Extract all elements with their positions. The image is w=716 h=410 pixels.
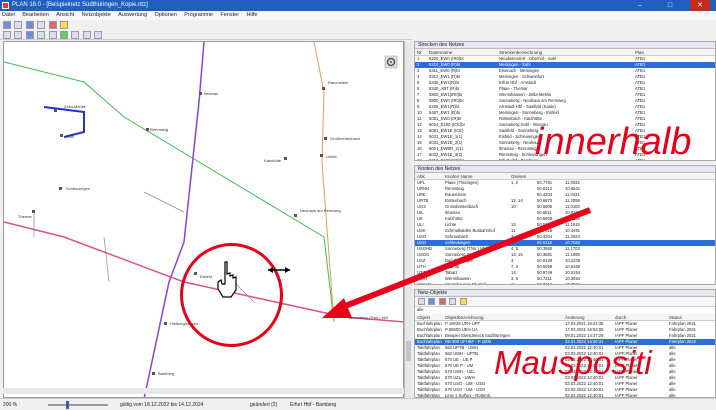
arrow-shaft xyxy=(333,207,592,313)
overlay-text-bottom: Mauspositi xyxy=(494,344,652,381)
overlay-text-top: innerhalb xyxy=(535,121,692,163)
left-right-arrow-icon xyxy=(268,267,290,273)
arrow-head xyxy=(322,298,352,318)
app-window: PLAN 18.0 - [Beispielnetz Südthüringen_K… xyxy=(0,0,716,410)
hand-pointer-icon xyxy=(217,261,237,298)
